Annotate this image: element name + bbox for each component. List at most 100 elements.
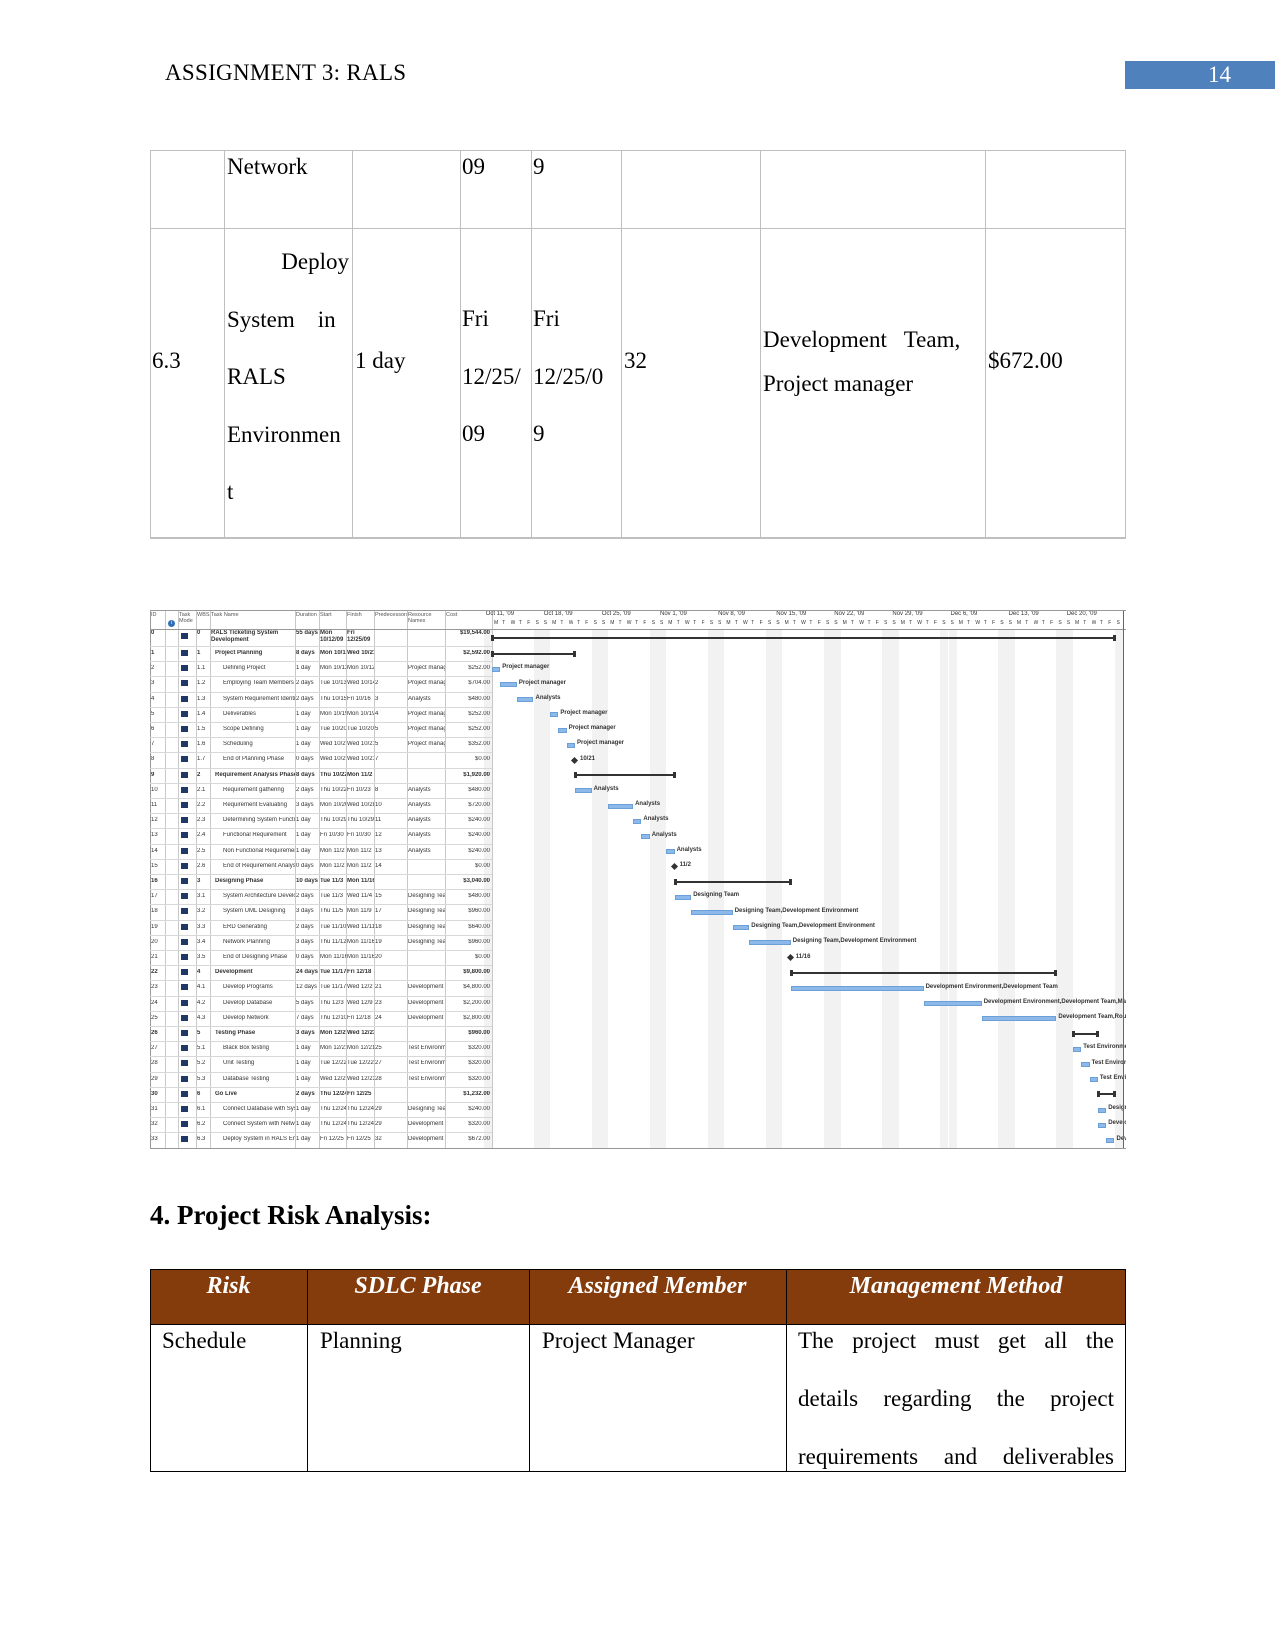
row-divider: [150, 813, 492, 815]
gantt-cell-wbs: 2.6: [197, 862, 206, 869]
gantt-cell-wbs: 3: [197, 878, 201, 884]
gantt-cell-id: 31: [151, 1106, 158, 1112]
task-mode-icon: [181, 710, 188, 717]
gantt-cell-pred: 32: [375, 1136, 382, 1143]
gantt-cell-start: Tue 11/3: [320, 893, 344, 900]
row-divider: [150, 889, 492, 891]
task-bar-label: Test Environment: [1083, 1044, 1126, 1051]
row-divider: [150, 737, 492, 739]
cell-cost: $672.00: [988, 348, 1063, 373]
gantt-cell-wbs: 5.1: [197, 1045, 206, 1052]
gantt-cell-res: Test Environme: [408, 1045, 445, 1052]
timeline-day-letter: S: [1008, 620, 1012, 626]
gantt-cell-pred: 23: [375, 999, 382, 1006]
gantt-cell-name: Determining System Functions: [223, 817, 295, 824]
summary-end-right: [672, 772, 676, 779]
timeline-day-letter: T: [518, 620, 522, 626]
timeline-day-letter: W: [568, 620, 574, 626]
row-divider: [150, 1056, 492, 1058]
summary-bar: [492, 636, 1115, 639]
gantt-col-header: Finish: [347, 612, 362, 618]
timeline-day-letter: W: [1033, 620, 1039, 626]
gantt-cell-res: Development T: [408, 1014, 445, 1021]
milestone-marker: [570, 756, 579, 764]
finish-line: 9: [533, 421, 545, 446]
gantt-cell-name: Black Box testing: [223, 1045, 270, 1052]
gantt-cell-duration: 1 day: [296, 726, 311, 732]
timeline-day-letter: F: [1050, 620, 1054, 626]
gantt-cell-pred: 11: [375, 817, 382, 824]
cell-resources: Development Team, Project manager: [763, 318, 960, 406]
gantt-cell-cost: $2,800.00: [463, 1014, 490, 1021]
gantt-col-header: Predecessors: [375, 612, 407, 618]
gantt-cell-wbs: 2.2: [197, 802, 206, 808]
gantt-cell-finish: Mon 11/16: [347, 878, 374, 884]
gantt-cell-name: Requirement gathering: [223, 786, 285, 793]
task-bar-label: Project manager: [568, 725, 616, 732]
gantt-cell-name: ERD Generating: [223, 923, 268, 930]
timeline-day-letter: M: [1016, 620, 1022, 626]
gantt-cell-duration: 0 days: [296, 862, 314, 869]
timeline-day-letter: F: [701, 620, 705, 626]
gantt-cell-wbs: 1.5: [197, 726, 206, 732]
task-bar-label: Designing Team,Development Environment: [734, 907, 859, 914]
task-mode-icon: [181, 665, 188, 672]
gantt-cell-id: 19: [151, 923, 158, 930]
task-mode-icon: [181, 923, 188, 930]
task-mode-icon: [181, 938, 188, 945]
info-icon: i: [168, 620, 175, 627]
timeline-day-letter: M: [900, 620, 905, 626]
gantt-cell-duration: 7 days: [296, 1014, 314, 1021]
task-bar-label: Designing Team,Development Environment: [751, 922, 875, 929]
gantt-cell-pred: 5: [375, 726, 379, 732]
gantt-cell-wbs: 2.4: [197, 832, 206, 839]
cell-task-name: Deploy System in RALS Environmen t: [227, 233, 349, 521]
gantt-cell-pred: 25: [375, 1045, 382, 1052]
milestone-marker: [670, 862, 678, 870]
task-mode-icon: [181, 893, 188, 900]
gantt-cell-wbs: 1.7: [197, 756, 206, 763]
row-divider: [150, 798, 492, 799]
summary-end-right: [1112, 1091, 1116, 1098]
timeline-day-letter: S: [826, 620, 830, 626]
task-mode-icon: [181, 726, 188, 732]
weekend-shade: [832, 629, 841, 1148]
gantt-cell-finish: Wed 11/4: [347, 893, 373, 900]
timeline-day-letter: S: [942, 620, 946, 626]
timeline-day-letter: F: [992, 620, 996, 626]
gantt-cell-name: End of Requirement Analysis: [223, 862, 295, 869]
gantt-cell-finish: Mon 11/2: [347, 862, 372, 869]
weekend-shade: [1056, 629, 1065, 1148]
summary-end-left: [574, 772, 577, 779]
gantt-cell-res: Designing Team: [408, 923, 445, 930]
gantt-cell-finish: Mon 11/16: [347, 938, 374, 945]
gantt-cell-name: System UML Designing: [223, 908, 286, 915]
summary-end-left: [789, 969, 793, 976]
timeline-day-letter: T: [560, 620, 564, 626]
gantt-cell-pred: 29: [375, 1106, 382, 1112]
gantt-cell-wbs: 1.4: [197, 710, 206, 717]
weekend-shade: [765, 629, 775, 1148]
cell-start: 09: [462, 154, 485, 179]
timeline-day-letter: S: [1116, 620, 1120, 626]
gantt-cell-name: Defining Project: [223, 665, 266, 672]
summary-bar: [1073, 1032, 1098, 1035]
gantt-cell-id: 14: [151, 847, 158, 854]
gantt-cell-name: System Architecture Development: [223, 893, 295, 900]
gantt-cell-name: Develop Network: [223, 1014, 269, 1021]
timeline-day-letter: S: [601, 620, 606, 626]
timeline-day-letter: S: [1058, 620, 1062, 626]
task-bar: [633, 818, 642, 824]
timeline-week-label: Oct 11, '09: [485, 611, 515, 617]
timeline-week-label: Oct 18, '09: [543, 611, 573, 617]
gantt-cell-finish: Wed 12/23: [347, 1075, 374, 1082]
row-divider: [150, 691, 492, 693]
gantt-cell-cost: $240.00: [468, 832, 490, 839]
timeline-day-letter: M: [668, 620, 673, 626]
gantt-cell-cost: $480.00: [468, 695, 490, 702]
finish-line: 12/25/0: [533, 363, 604, 389]
gantt-cell-duration: 2 days: [296, 786, 314, 793]
timeline-day-letter: M: [610, 620, 615, 626]
gantt-cell-finish: Wed 12/2: [347, 984, 373, 991]
task-mode-icon: [181, 1030, 188, 1036]
